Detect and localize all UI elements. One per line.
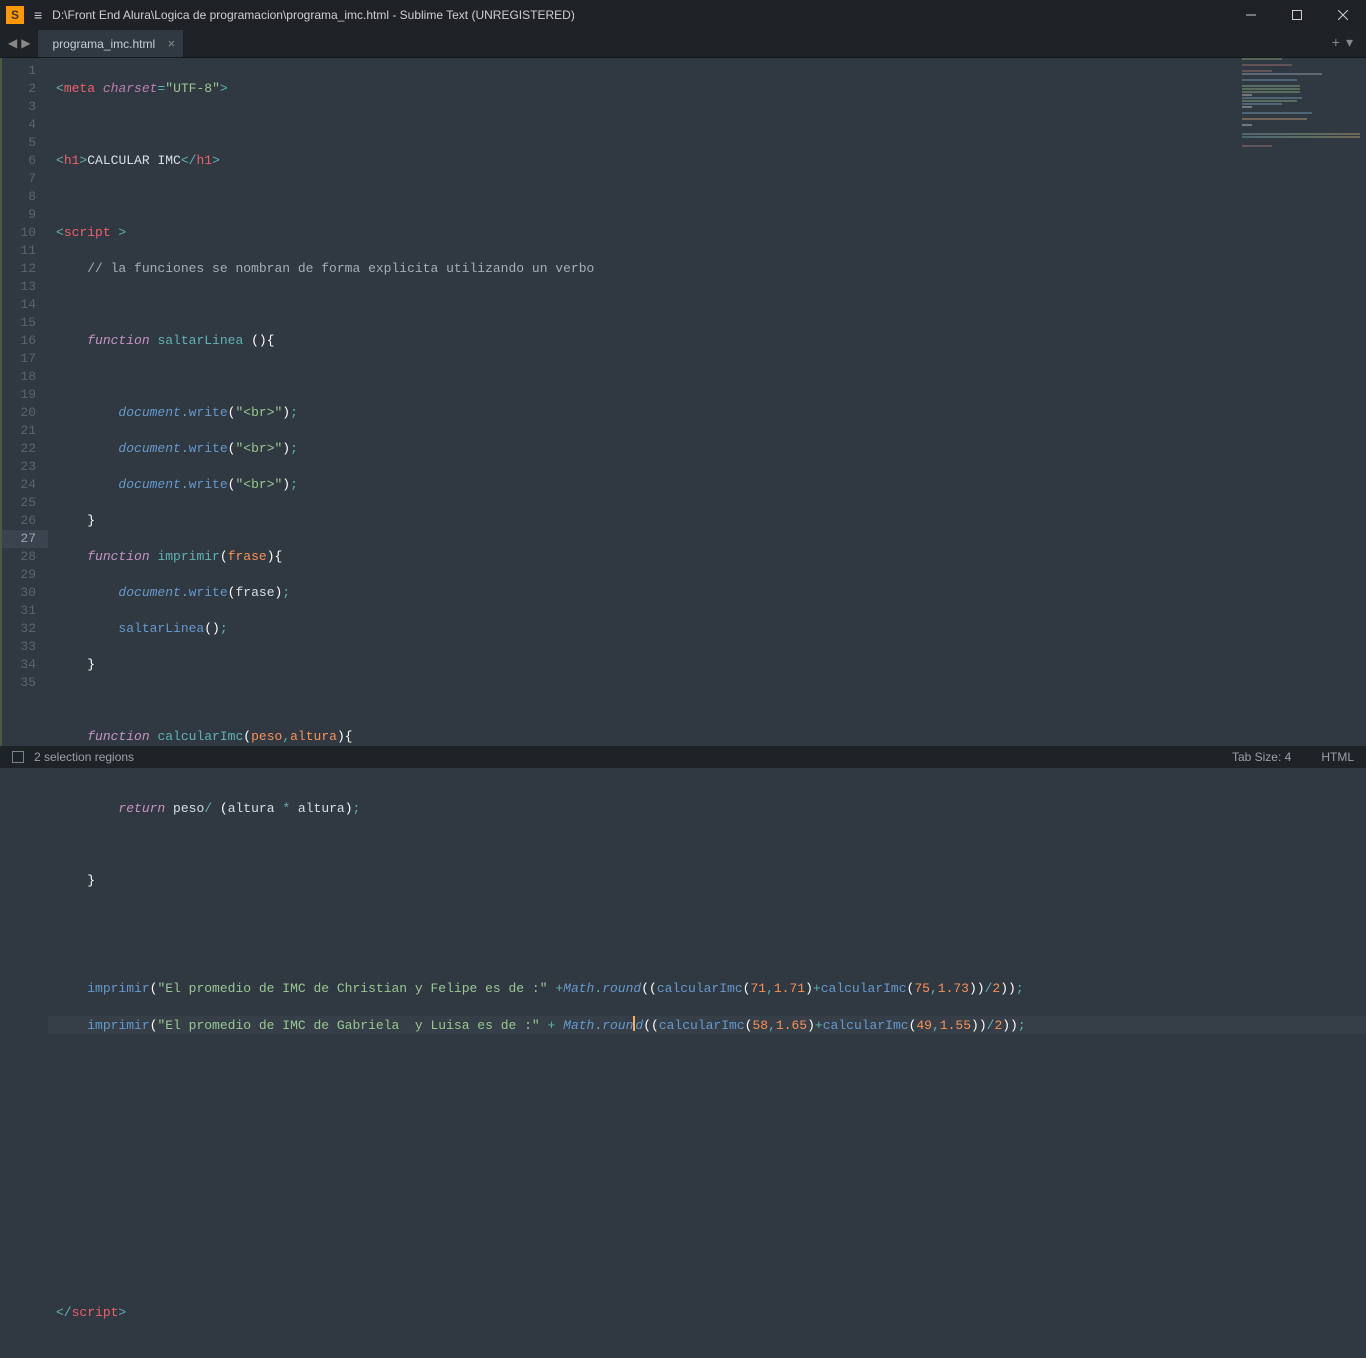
maximize-button[interactable] <box>1274 0 1320 30</box>
minimize-button[interactable] <box>1228 0 1274 30</box>
status-selection: 2 selection regions <box>34 750 134 764</box>
nav-forward-icon[interactable]: ▶ <box>19 36 32 51</box>
editor-area: 12345 678910 1112131415 1617181920 21222… <box>0 58 1366 746</box>
history-nav: ◀ ▶ <box>0 30 38 57</box>
close-button[interactable] <box>1320 0 1366 30</box>
tab-active[interactable]: programa_imc.html × <box>38 30 184 57</box>
new-tab-icon[interactable]: + <box>1329 36 1343 52</box>
app-logo: S <box>6 6 24 24</box>
status-tabsize[interactable]: Tab Size: 4 <box>1232 750 1291 764</box>
status-bar: 2 selection regions Tab Size: 4 HTML <box>0 746 1366 768</box>
tab-label: programa_imc.html <box>52 37 155 51</box>
status-panel-icon[interactable] <box>12 751 24 763</box>
menu-icon[interactable]: ≡ <box>34 7 42 23</box>
window-controls <box>1228 0 1366 30</box>
status-syntax[interactable]: HTML <box>1321 750 1354 764</box>
tab-bar: ◀ ▶ programa_imc.html × + ▾ <box>0 30 1366 58</box>
minimap[interactable] <box>1242 58 1362 148</box>
title-bar: S ≡ D:\Front End Alura\Logica de program… <box>0 0 1366 30</box>
window-title: D:\Front End Alura\Logica de programacio… <box>52 8 1228 22</box>
tab-menu-icon[interactable]: ▾ <box>1343 35 1356 52</box>
text-cursor <box>633 1016 635 1031</box>
tab-close-icon[interactable]: × <box>168 36 176 51</box>
code-view[interactable]: <meta charset="UTF-8"> <h1>CALCULAR IMC<… <box>48 58 1366 746</box>
nav-back-icon[interactable]: ◀ <box>6 36 19 51</box>
line-gutter: 12345 678910 1112131415 1617181920 21222… <box>2 58 48 746</box>
